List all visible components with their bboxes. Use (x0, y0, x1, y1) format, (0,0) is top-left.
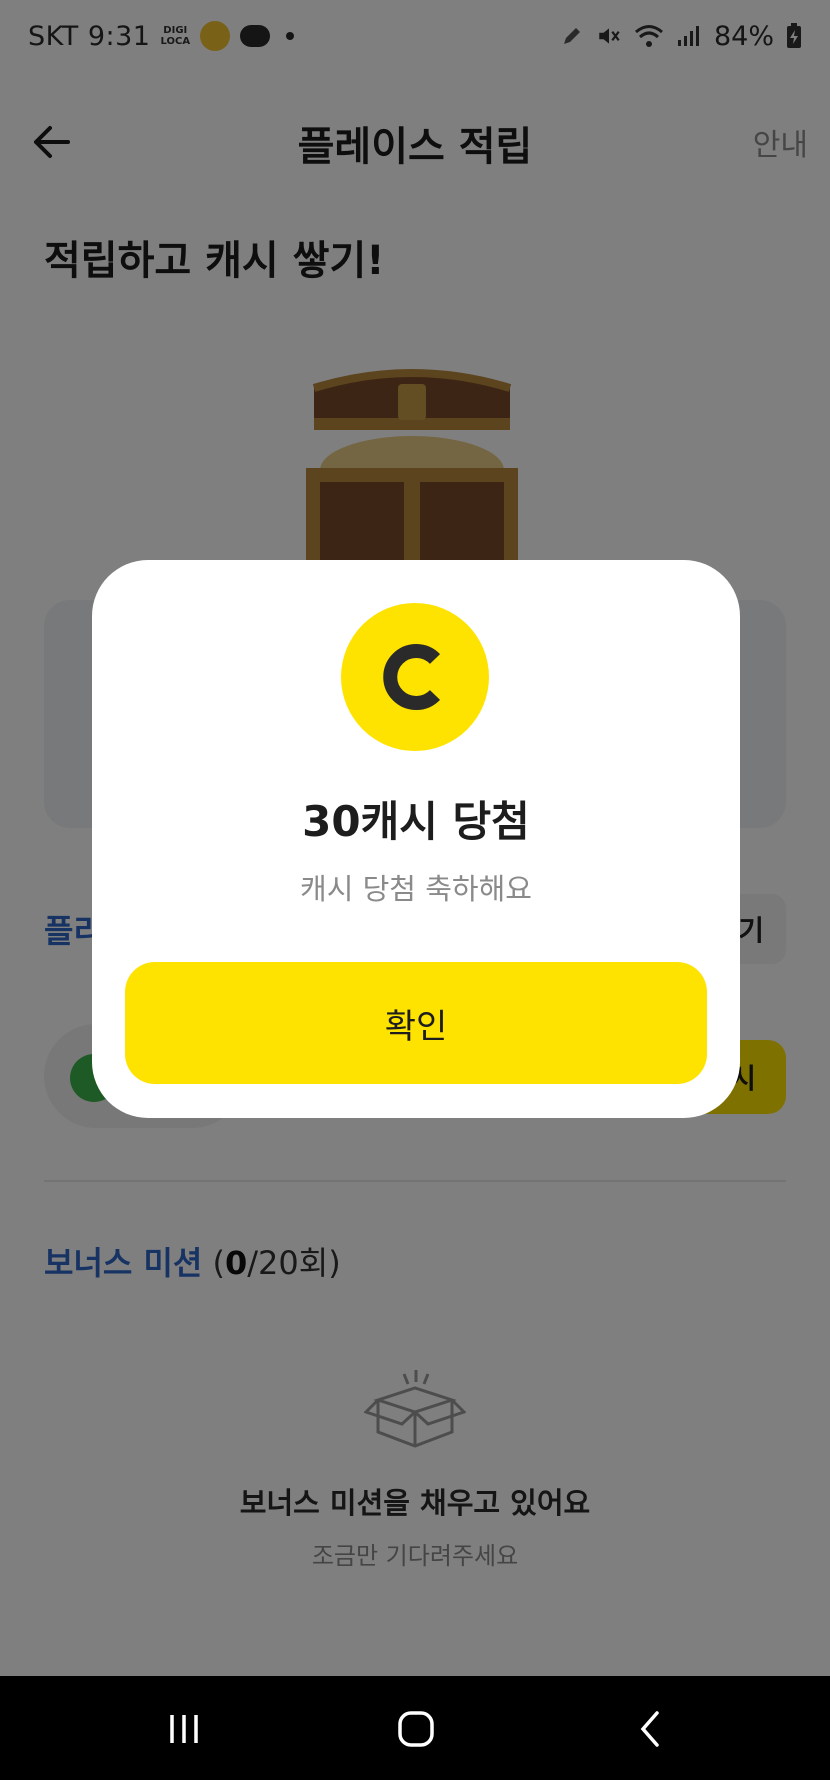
system-nav-bar (0, 1676, 830, 1780)
home-icon (398, 1711, 434, 1747)
reward-subtitle: 캐시 당첨 축하해요 (300, 872, 532, 906)
cash-coin-icon (341, 603, 489, 751)
home-button[interactable] (386, 1706, 446, 1752)
cash-reward-dialog: 30캐시 당첨 캐시 당첨 축하해요 확인 (92, 560, 740, 1118)
recent-apps-button[interactable] (154, 1706, 214, 1752)
recent-apps-icon (170, 1715, 198, 1743)
confirm-button[interactable]: 확인 (125, 962, 707, 1084)
reward-title: 30캐시 당첨 (302, 797, 530, 846)
back-chevron-icon (640, 1711, 659, 1747)
coin-c-letter-icon (383, 644, 441, 710)
back-nav-button[interactable] (620, 1706, 680, 1752)
